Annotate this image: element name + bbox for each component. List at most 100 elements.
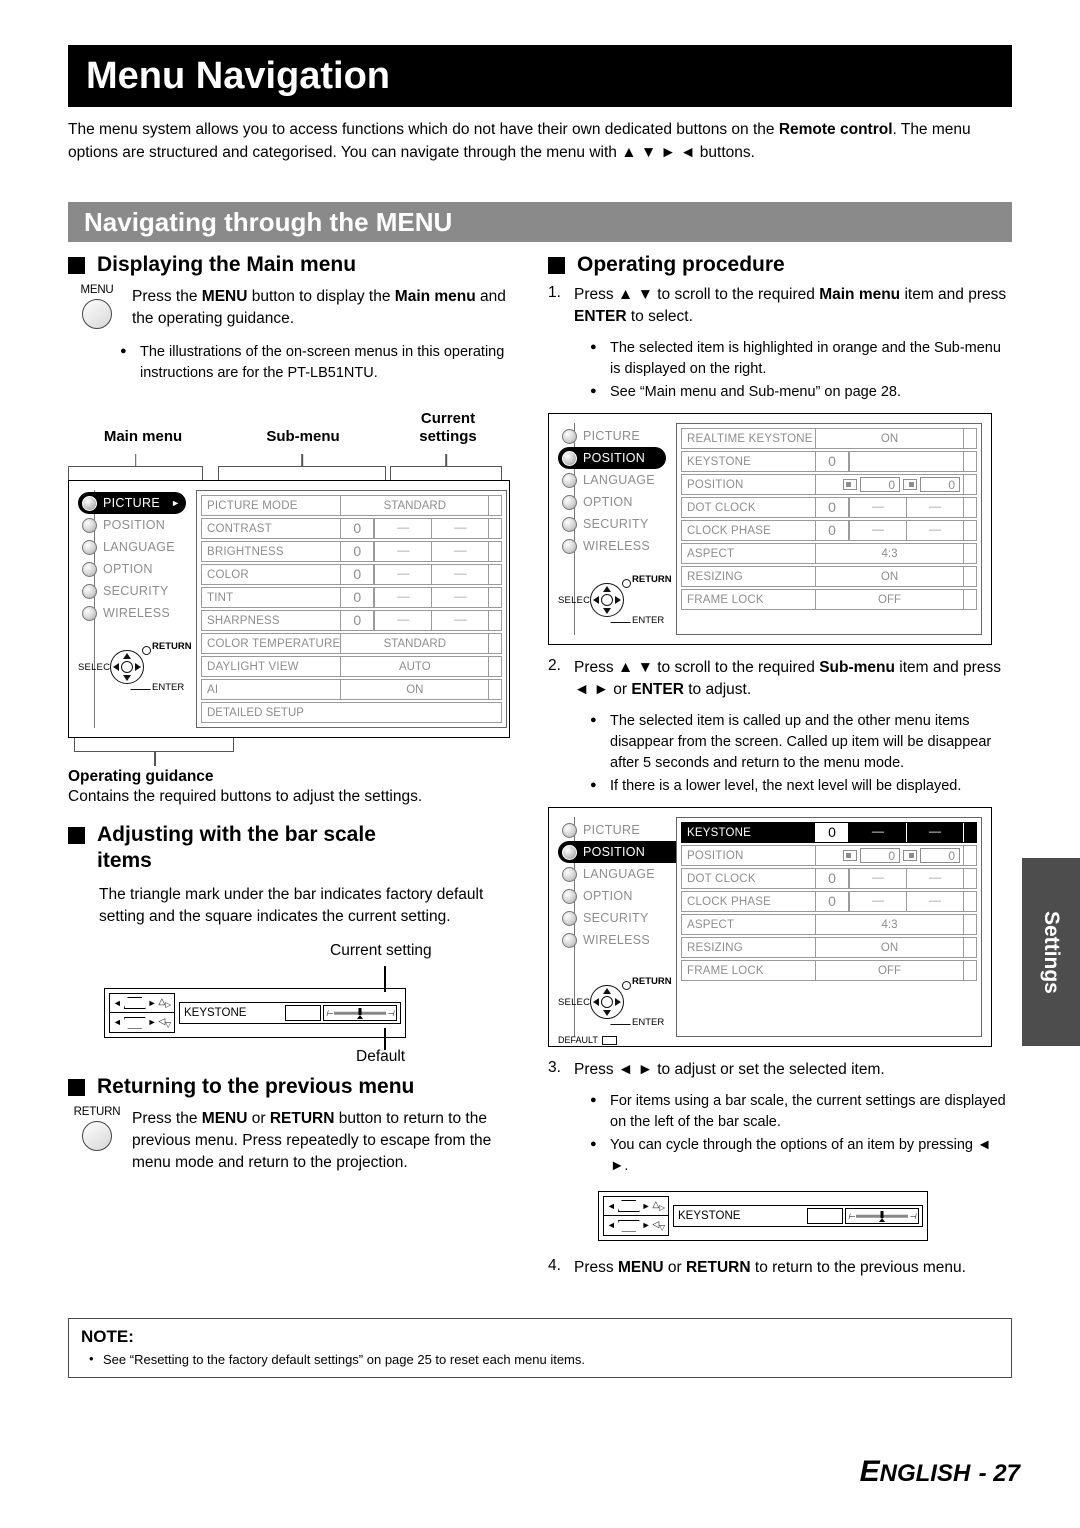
osd-row[interactable]: DETAILED SETUP bbox=[201, 702, 503, 723]
osd-row[interactable]: DOT CLOCK 0 –– –– bbox=[681, 497, 977, 518]
sidebar-item-security[interactable]: SECURITY bbox=[558, 907, 676, 929]
osd-row[interactable]: POSITION 0 0 bbox=[681, 474, 977, 495]
osd-value-segment: –– bbox=[454, 522, 467, 534]
security-icon bbox=[562, 516, 577, 532]
osd-row[interactable]: BRIGHTNESS 0 –– –– bbox=[201, 541, 503, 562]
osd-row[interactable]: RESIZING ON bbox=[681, 937, 977, 958]
osd-row[interactable]: SHARPNESS 0 –– –– bbox=[201, 610, 503, 631]
osd-submenu-rows-keystone: KEYSTONE 0 –– –– POSITION 0 0 DOT CLOCK 0 –– –– CLO… bbox=[676, 817, 982, 1037]
sidebar-item-wireless[interactable]: WIRELESS bbox=[78, 602, 196, 624]
osd-row[interactable]: CLOCK PHASE 0 –– –– bbox=[681, 520, 977, 541]
osd-row[interactable]: KEYSTONE 0 –– –– bbox=[681, 822, 977, 843]
osd-row[interactable]: ASPECT 4:3 bbox=[681, 914, 977, 935]
osd-row-label: RESIZING bbox=[687, 570, 743, 583]
osd-row[interactable]: POSITION 0 0 bbox=[681, 845, 977, 866]
note-title: NOTE: bbox=[81, 1327, 134, 1346]
osd-value-segment: –– bbox=[375, 565, 433, 584]
osd-row[interactable]: CONTRAST 0 –– –– bbox=[201, 518, 503, 539]
return-button-icon[interactable]: RETURN bbox=[68, 1106, 126, 1151]
osd-value-segment: –– bbox=[928, 501, 942, 513]
picture-icon bbox=[562, 822, 577, 838]
side-tab-label: Settings bbox=[1040, 910, 1063, 994]
osd-row-value: 0 –– –– bbox=[815, 521, 963, 540]
osd-row[interactable]: AI ON bbox=[201, 679, 503, 700]
step-bold-2: ENTER bbox=[631, 681, 684, 698]
osd-value-segment: –– bbox=[375, 611, 433, 630]
sidebar-item-wireless[interactable]: WIRELESS bbox=[558, 929, 676, 951]
step-bold-1: MENU bbox=[617, 1259, 664, 1276]
osd-row[interactable]: PICTURE MODE STANDARD bbox=[201, 495, 503, 516]
bullet-square-icon bbox=[68, 257, 85, 274]
barscale-track[interactable]: ⊢ ⊣ bbox=[323, 1005, 397, 1021]
sidebar-item-position[interactable]: POSITION bbox=[558, 447, 666, 469]
arrow-left-icon bbox=[593, 596, 599, 604]
osd-row[interactable]: COLOR TEMPERATURE STANDARD bbox=[201, 633, 503, 654]
section-heading-bar: Navigating through the MENU bbox=[68, 202, 1012, 242]
step-bold-1: Main menu bbox=[819, 286, 901, 303]
sidebar-item-security[interactable]: SECURITY bbox=[558, 513, 676, 535]
step-text: Press MENU or RETURN to return to the pr… bbox=[574, 1259, 966, 1276]
menu-button-icon[interactable]: MENU bbox=[68, 284, 126, 329]
sidebar-item-picture[interactable]: PICTURE ► bbox=[78, 492, 186, 514]
sidebar-item-language[interactable]: LANGUAGE bbox=[558, 469, 676, 491]
osd-row[interactable]: DAYLIGHT VIEW AUTO bbox=[201, 656, 503, 677]
keystone-keys-icon: ◄ ► △▷ ◄ ► ◁▽ bbox=[109, 993, 175, 1033]
step-text: Press ◄ ► to adjust or set the selected … bbox=[574, 1061, 885, 1078]
intro-text-1: The menu system allows you to access fun… bbox=[68, 121, 779, 138]
sidebar-item-picture[interactable]: PICTURE bbox=[558, 819, 676, 841]
osd-row[interactable]: FRAME LOCK OFF bbox=[681, 589, 977, 610]
osd-row[interactable]: FRAME LOCK OFF bbox=[681, 960, 977, 981]
sidebar-item-label: LANGUAGE bbox=[103, 540, 175, 554]
osd-value-number: 0 bbox=[816, 521, 850, 540]
osd-row-label: ASPECT bbox=[687, 547, 735, 560]
osd-row[interactable]: CLOCK PHASE 0 –– –– bbox=[681, 891, 977, 912]
sidebar-item-security[interactable]: SECURITY bbox=[78, 580, 196, 602]
page-footer: ENGLISH - 27 bbox=[860, 1455, 1020, 1489]
osd-row-label: TINT bbox=[207, 591, 234, 604]
sidebar-item-position[interactable]: POSITION bbox=[558, 841, 676, 863]
osd-value-number: 0 bbox=[816, 823, 850, 842]
page-title: Menu Navigation bbox=[86, 54, 391, 97]
list-item: The selected item is highlighted in oran… bbox=[588, 337, 1012, 380]
diagram-captions: Main menu Sub-menu Current settings bbox=[68, 402, 510, 480]
osd-row[interactable]: ASPECT 4:3 bbox=[681, 543, 977, 564]
sidebar-item-wireless[interactable]: WIRELESS bbox=[558, 535, 676, 557]
procedure-step-1: 1. Press ▲ ▼ to scroll to the required M… bbox=[548, 284, 1012, 403]
sidebar-item-label: OPTION bbox=[103, 562, 153, 576]
osd-row-scroll-cell bbox=[488, 519, 501, 538]
osd-row-scroll-cell bbox=[963, 475, 976, 494]
sidebar-item-option[interactable]: OPTION bbox=[558, 491, 676, 513]
sidebar-item-position[interactable]: POSITION bbox=[78, 514, 196, 536]
osd-row[interactable]: RESIZING ON bbox=[681, 566, 977, 587]
position-vertical-icon bbox=[903, 850, 917, 861]
osd-value-segment: –– bbox=[850, 869, 907, 888]
sidebar-item-language[interactable]: LANGUAGE bbox=[558, 863, 676, 885]
sidebar-item-language[interactable]: LANGUAGE bbox=[78, 536, 196, 558]
osd-row[interactable]: KEYSTONE 0 bbox=[681, 451, 977, 472]
page-title-banner: Menu Navigation bbox=[68, 45, 1012, 107]
osd-row-scroll-cell bbox=[963, 544, 976, 563]
osd-row-label: DOT CLOCK bbox=[687, 872, 756, 885]
sidebar-item-option[interactable]: OPTION bbox=[558, 885, 676, 907]
sidebar-item-option[interactable]: OPTION bbox=[78, 558, 196, 580]
osd-row-value: 00 bbox=[815, 846, 963, 865]
sidebar-item-label: LANGUAGE bbox=[583, 473, 655, 487]
step-number: 3. bbox=[548, 1059, 561, 1076]
position-icon bbox=[562, 844, 577, 860]
position-horizontal-icon bbox=[843, 850, 857, 861]
osd-row[interactable]: REALTIME KEYSTONE ON bbox=[681, 428, 977, 449]
osd-row[interactable]: TINT 0 –– –– bbox=[201, 587, 503, 608]
osd-main-menu-list-position: PICTURE POSITION LANGUAGE OPTION SECURIT… bbox=[558, 423, 676, 635]
keystone-keys-icon: ◄ ► △▷ ◄ ► ◁▽ bbox=[603, 1196, 669, 1236]
section-title: Navigating through the MENU bbox=[84, 206, 453, 237]
osd-row[interactable]: DOT CLOCK 0 –– –– bbox=[681, 868, 977, 889]
position-icon bbox=[562, 450, 577, 466]
sidebar-item-picture[interactable]: PICTURE bbox=[558, 425, 676, 447]
side-tab-settings[interactable]: Settings bbox=[1022, 858, 1080, 1046]
arrow-left-icon bbox=[593, 998, 599, 1006]
note-box: NOTE: See “Resetting to the factory defa… bbox=[68, 1318, 1012, 1378]
barscale-track[interactable]: ⊢ ⊣ bbox=[845, 1208, 919, 1224]
osd-row[interactable]: COLOR 0 –– –– bbox=[201, 564, 503, 585]
osd-row-label: PICTURE MODE bbox=[207, 499, 298, 512]
arrow-right-icon bbox=[615, 998, 621, 1006]
